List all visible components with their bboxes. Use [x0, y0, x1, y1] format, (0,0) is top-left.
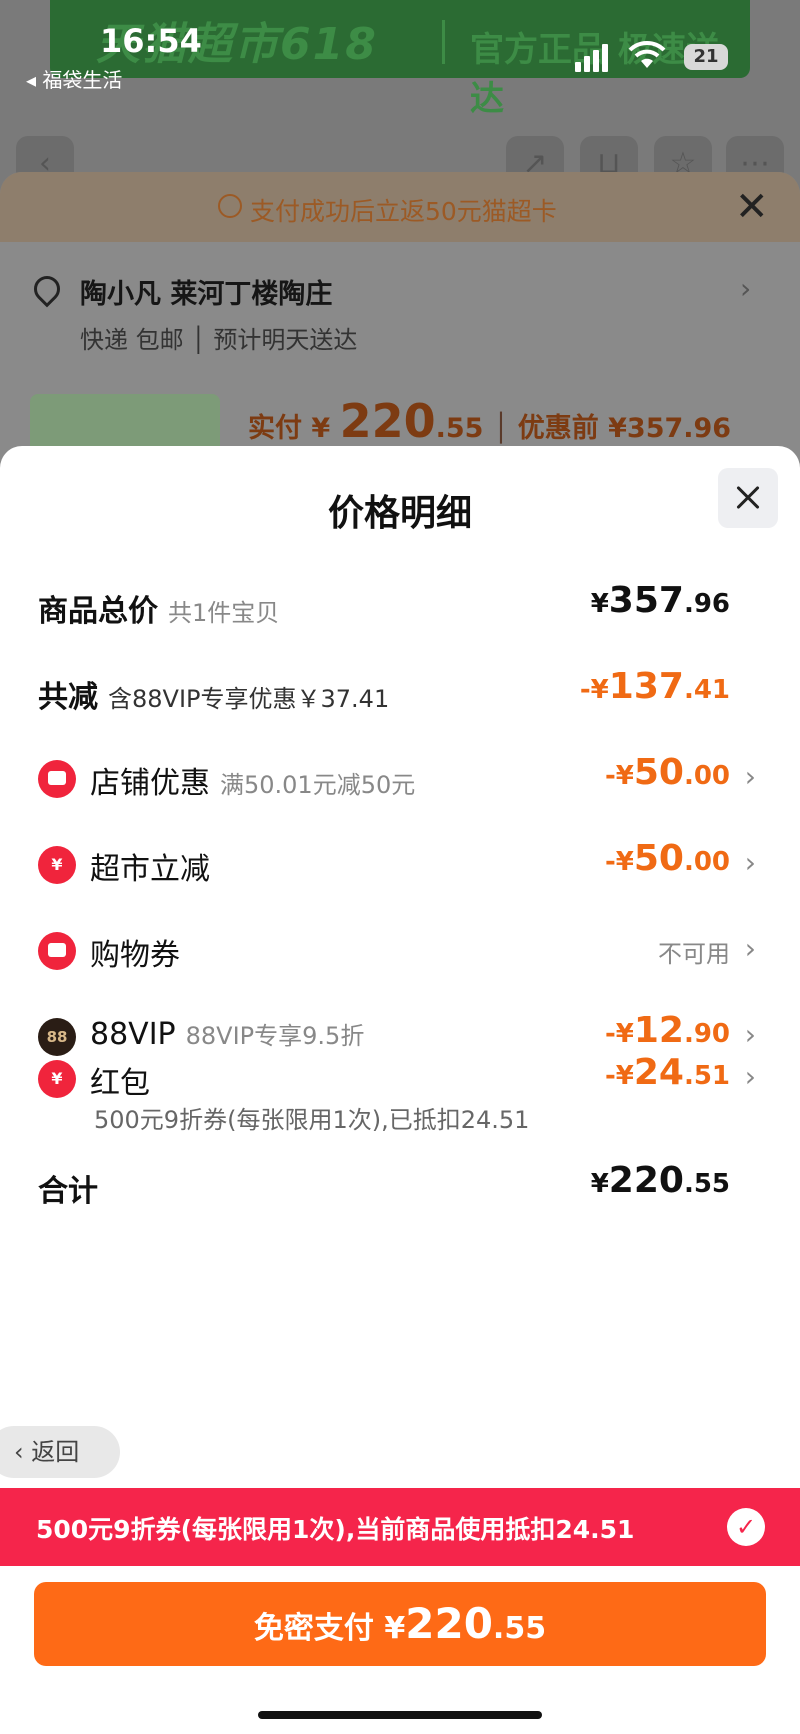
address-name[interactable]: 陶小凡 莱河丁楼陶庄	[80, 272, 332, 311]
before-discount: 优惠前 ¥357.96	[517, 413, 732, 444]
check-icon[interactable]: ✓	[727, 1508, 765, 1546]
chevron-right-icon: ›	[744, 1018, 756, 1051]
row-market-discount[interactable]: ¥ 超市立减 -¥50.00 ›	[0, 834, 800, 894]
row-amount: -¥12.90	[604, 1010, 730, 1051]
row-amount: ¥220.55	[590, 1160, 730, 1201]
pay-dec: .55	[492, 1611, 547, 1646]
row-amount: -¥24.51	[604, 1052, 730, 1093]
cashback-promo: 支付成功后立返50元猫超卡 ✕	[0, 172, 800, 242]
row-sub: 共1件宝贝	[168, 599, 280, 627]
chevron-right-icon: ›	[744, 1060, 756, 1093]
row-sum: 合计 ¥220.55	[0, 1156, 800, 1216]
paid-dec: .55	[435, 413, 484, 444]
back-label: 返回	[31, 1438, 80, 1466]
banner-divider	[442, 20, 445, 64]
coupon-applied-bar[interactable]: 500元9折券(每张限用1次),当前商品使用抵扣24.51 ✓	[0, 1488, 800, 1566]
row-total-discount: 共减 含88VIP专享优惠￥37.41 -¥137.41	[0, 662, 800, 722]
delivery-info: 快递 包邮 │ 预计明天送达	[80, 326, 358, 354]
pay-int: 220	[405, 1599, 493, 1648]
pay-label: 免密支付 ¥	[253, 1611, 406, 1646]
row-label: 商品总价	[38, 594, 158, 629]
row-label: 超市立减	[90, 852, 210, 887]
chevron-left-icon: ‹	[14, 1438, 32, 1466]
row-shopping-coupon[interactable]: 购物券 不可用 ›	[0, 920, 800, 980]
chevron-right-icon: ›	[744, 846, 756, 879]
back-to-app-link[interactable]: ◂ 福袋生活	[26, 64, 122, 93]
close-icon[interactable]: ✕	[735, 184, 769, 230]
row-amount: -¥137.41	[579, 666, 730, 707]
red-packet-icon: ¥	[38, 1060, 76, 1098]
back-button[interactable]: ‹ 返回	[0, 1426, 120, 1478]
wifi-icon	[628, 40, 666, 68]
promo-text: 支付成功后立返50元猫超卡	[250, 197, 557, 226]
paid-label: 实付 ¥	[248, 413, 340, 444]
clock-icon	[218, 194, 242, 218]
row-label: 共减	[38, 680, 98, 715]
row-label: 购物券	[90, 938, 180, 973]
row-sub: 88VIP专享9.5折	[185, 1022, 365, 1050]
banner-slogan: 官方正品 极速送达	[470, 30, 720, 119]
store-icon	[38, 760, 76, 798]
row-label: 88VIP	[90, 1017, 176, 1052]
home-indicator[interactable]	[258, 1711, 542, 1719]
status-time: 16:54	[100, 22, 202, 60]
battery-icon: 21	[684, 44, 728, 70]
coupon-status: 不可用	[658, 940, 730, 968]
row-shop-discount[interactable]: 店铺优惠 满50.01元减50元 -¥50.00 ›	[0, 748, 800, 808]
row-sub: 满50.01元减50元	[220, 771, 416, 799]
paid-summary: 实付 ¥ 220.55 │ 优惠前 ¥357.96	[248, 394, 732, 448]
yuan-coin-icon: ¥	[38, 846, 76, 884]
ticket-icon	[38, 932, 76, 970]
row-label: 店铺优惠	[90, 766, 210, 801]
chevron-right-icon: ›	[744, 760, 756, 793]
red-packet-note: 500元9折券(每张限用1次),已抵扣24.51	[94, 1106, 530, 1134]
pay-button[interactable]: 免密支付 ¥220.55	[34, 1582, 766, 1666]
row-amount: ¥357.96	[590, 580, 730, 621]
row-amount: -¥50.00	[604, 838, 730, 879]
close-icon[interactable]	[718, 468, 778, 528]
signal-icon	[575, 42, 609, 72]
row-sub: 含88VIP专享优惠￥37.41	[108, 685, 390, 713]
location-pin-icon	[28, 270, 66, 308]
paid-int: 220	[339, 394, 436, 448]
coupon-applied-text: 500元9折券(每张限用1次),当前商品使用抵扣24.51	[36, 1515, 635, 1544]
row-red-packet[interactable]: ¥ 红包 -¥24.51 ›	[0, 1048, 800, 1108]
row-total-price: 商品总价 共1件宝贝 ¥357.96	[0, 576, 800, 636]
row-label: 合计	[38, 1174, 98, 1209]
chevron-right-icon: ›	[744, 932, 756, 965]
order-sheet: 支付成功后立返50元猫超卡 ✕ 陶小凡 莱河丁楼陶庄 快递 包邮 │ 预计明天送…	[0, 172, 800, 492]
row-label: 红包	[90, 1066, 150, 1101]
modal-title: 价格明细	[327, 493, 472, 534]
chevron-right-icon[interactable]: ›	[740, 272, 751, 305]
row-amount: -¥50.00	[604, 752, 730, 793]
